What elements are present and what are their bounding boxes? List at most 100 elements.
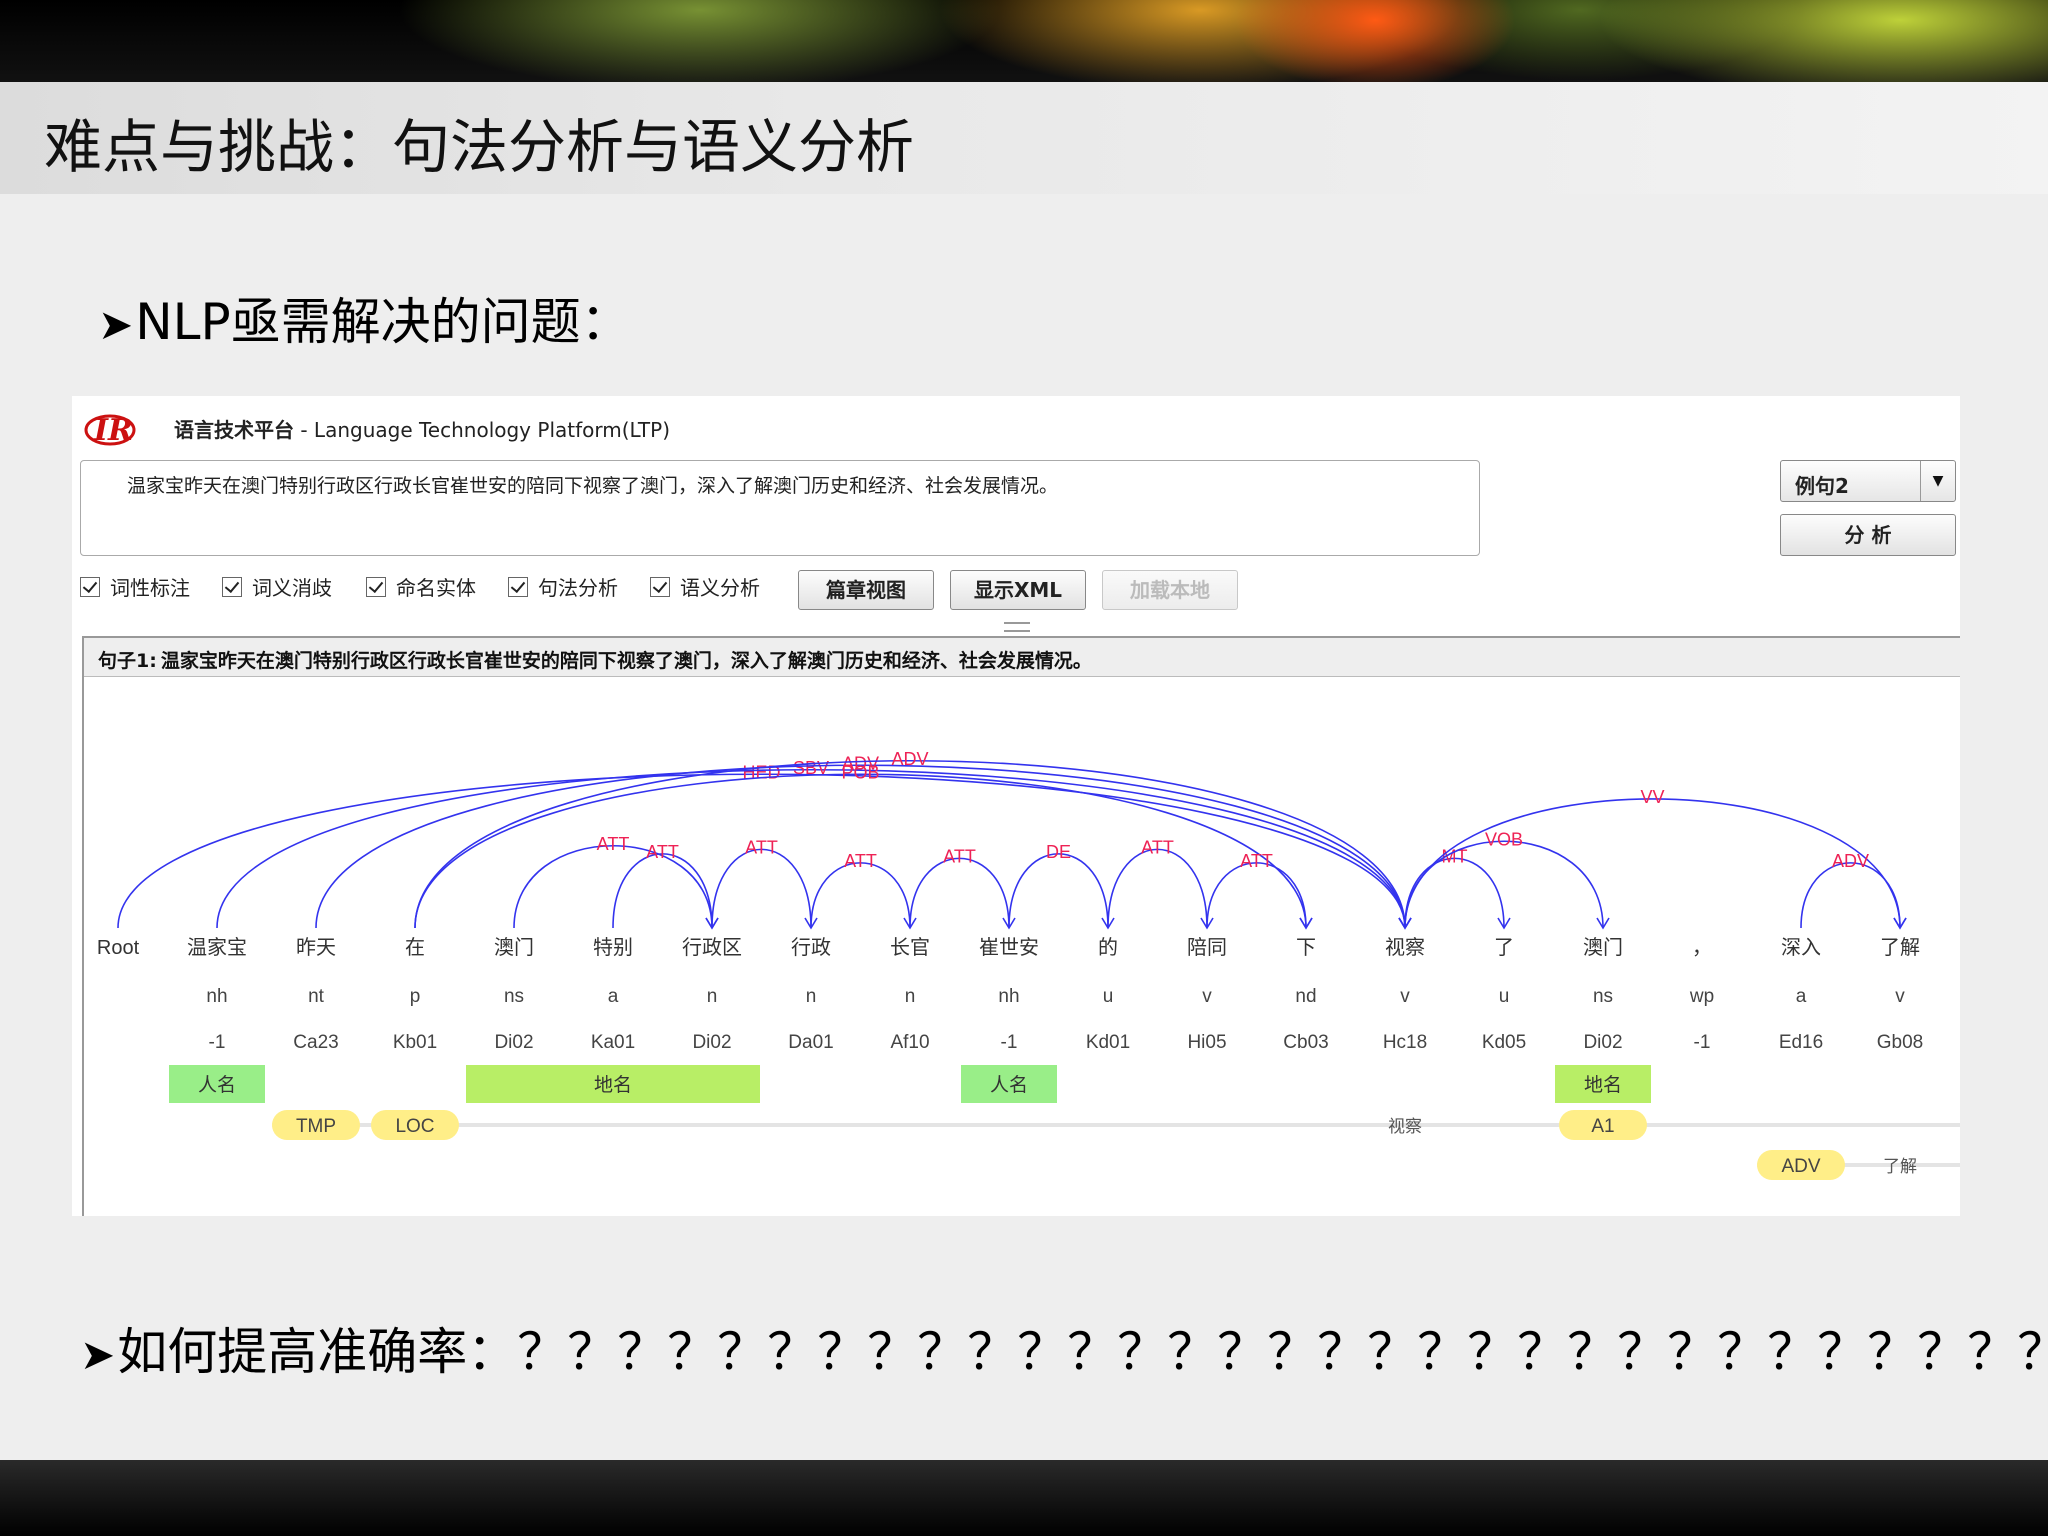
ltp-window: IR 语言技术平台 - Language Technology Platform… (72, 396, 1960, 1216)
bullet-nlp-problems: ➤NLP亟需解决的问题： (98, 282, 631, 354)
srl-predicate: 了解 (1883, 1157, 1917, 1176)
splitter-handle[interactable] (1004, 622, 1030, 632)
token-word: 陪同 (1187, 936, 1227, 959)
arc-label: ATT (745, 837, 778, 857)
token-pos: u (1499, 986, 1510, 1007)
token-pos: nt (308, 986, 325, 1007)
bullet-text: NLP亟需解决的问题： (135, 293, 631, 351)
sentence-input-text: 温家宝昨天在澳门特别行政区行政长官崔世安的陪同下视察了澳门，深入了解澳门历史和经… (127, 475, 1059, 497)
token-sense: -1 (209, 1032, 226, 1053)
token-pos: a (608, 986, 619, 1007)
checkbox-ner[interactable]: 命名实体 (366, 572, 476, 600)
checkbox-wsd[interactable]: 词义消歧 (222, 572, 332, 600)
dependency-arc (810, 862, 911, 929)
arc-label: POB (841, 762, 879, 782)
token-sense: Di02 (1583, 1032, 1622, 1053)
token-sense: Hc18 (1383, 1032, 1427, 1053)
token-sense: Hi05 (1187, 1032, 1226, 1053)
token-pos: v (1895, 986, 1905, 1007)
token-word: 澳门 (1583, 936, 1623, 959)
token-word: 温家宝 (187, 936, 247, 959)
arc-label: DE (1046, 842, 1071, 862)
token-word: 了 (1494, 937, 1514, 959)
token-word: 行政 (791, 936, 831, 959)
parse-result-panel: 句子1: 温家宝昨天在澳门特别行政区行政长官崔世安的陪同下视察了澳门，深入了解澳门… (82, 636, 1960, 1216)
token-word: 澳门 (494, 936, 534, 959)
token-sense: Kb01 (393, 1032, 437, 1053)
checkbox-parsing[interactable]: 句法分析 (508, 572, 618, 600)
bullet-accuracy: ➤如何提高准确率：？？？？？？？？？？？？？？？？？？？？？？？？？？？？？？？ (80, 1312, 2048, 1384)
token-word: 的 (1098, 936, 1118, 959)
dependency-arc (1206, 862, 1307, 929)
chapter-view-button[interactable]: 篇章视图 (798, 570, 934, 610)
token-pos: nd (1295, 986, 1316, 1007)
show-xml-button[interactable]: 显示XML (950, 570, 1086, 610)
token-sense: Di02 (494, 1032, 533, 1053)
bullet-text: 如何提高准确率：？？？？？？？？？？？？？？？？？？？？？？？？？？？？？？？ (117, 1323, 2048, 1381)
sentence-input[interactable]: 温家宝昨天在澳门特别行政区行政长官崔世安的陪同下视察了澳门，深入了解澳门历史和经… (80, 460, 1480, 556)
token-word: Root (97, 937, 140, 959)
srl-argument-label: TMP (296, 1116, 336, 1137)
token-pos: nh (998, 986, 1019, 1007)
srl-argument-label: LOC (395, 1116, 434, 1137)
arc-label: ATT (943, 846, 976, 866)
dependency-arc (1404, 857, 1505, 929)
token-sense: Cb03 (1283, 1032, 1328, 1053)
svg-text:IR: IR (93, 413, 133, 448)
token-sense: Di02 (692, 1032, 731, 1053)
checkbox-checked-icon[interactable] (222, 576, 242, 597)
token-word: 昨天 (296, 936, 336, 959)
token-pos: wp (1689, 986, 1714, 1007)
checkbox-srl[interactable]: 语义分析 (650, 572, 760, 600)
checkbox-checked-icon[interactable] (508, 576, 528, 597)
token-sense: Da01 (788, 1032, 833, 1053)
token-word: 崔世安 (979, 936, 1039, 959)
token-sense: Gb08 (1877, 1032, 1923, 1053)
bullet-arrow-icon: ➤ (98, 300, 134, 349)
checkbox-checked-icon[interactable] (650, 576, 670, 597)
dependency-arc (216, 769, 1406, 929)
token-pos: v (1400, 986, 1410, 1007)
dependency-arc (909, 857, 1010, 929)
token-sense: Ka01 (591, 1032, 635, 1053)
analyze-button[interactable]: 分 析 (1780, 514, 1956, 556)
token-word: 深入 (1781, 936, 1821, 959)
load-local-button[interactable]: 加载本地 (1102, 570, 1238, 610)
arc-label: ATT (844, 851, 877, 871)
ltp-logo-icon: IR (84, 413, 136, 448)
token-sense: -1 (1694, 1032, 1711, 1053)
example-select-value: 例句2 (1795, 474, 1849, 498)
token-word: 长官 (890, 936, 930, 959)
token-pos: a (1796, 986, 1807, 1007)
ner-label: 人名 (990, 1074, 1028, 1096)
bullet-arrow-icon: ➤ (80, 1330, 116, 1379)
dependency-arc (1404, 798, 1901, 929)
token-sense: Kd05 (1482, 1032, 1526, 1053)
srl-argument-label: ADV (1781, 1156, 1820, 1177)
arc-label: VV (1640, 787, 1664, 807)
header-banner (0, 0, 2048, 82)
token-pos: u (1103, 986, 1114, 1007)
token-pos: ns (1593, 986, 1613, 1007)
footer-bar (0, 1460, 2048, 1536)
checkbox-checked-icon[interactable] (80, 576, 100, 597)
token-sense: Kd01 (1086, 1032, 1130, 1053)
token-word: 视察 (1385, 936, 1425, 959)
checkbox-pos-tagging[interactable]: 词性标注 (80, 572, 190, 600)
app-title: 语言技术平台 - Language Technology Platform(LT… (174, 418, 670, 442)
token-word: 行政区 (682, 936, 742, 959)
example-select[interactable]: 例句2 ▼ (1780, 460, 1956, 502)
srl-argument-label: A1 (1591, 1116, 1614, 1137)
checkbox-checked-icon[interactable] (366, 576, 386, 597)
token-word: 在 (405, 936, 425, 959)
arc-label: ATT (1240, 851, 1273, 871)
chevron-down-icon[interactable]: ▼ (1920, 461, 1955, 501)
dependency-arc (1008, 853, 1109, 929)
dependency-arc (414, 759, 1406, 929)
dependency-arc (612, 853, 713, 929)
arc-label: VOB (1485, 829, 1523, 849)
dependency-parse-view: Root 温家宝 nh -1 昨天 nt Ca23 在 p Kb01 澳门 ns Di02 特别 a Ka01… (97, 749, 1960, 1180)
arc-label: ADV (891, 749, 928, 769)
token-word: 下 (1296, 937, 1316, 959)
dependency-arc (1800, 862, 1901, 929)
